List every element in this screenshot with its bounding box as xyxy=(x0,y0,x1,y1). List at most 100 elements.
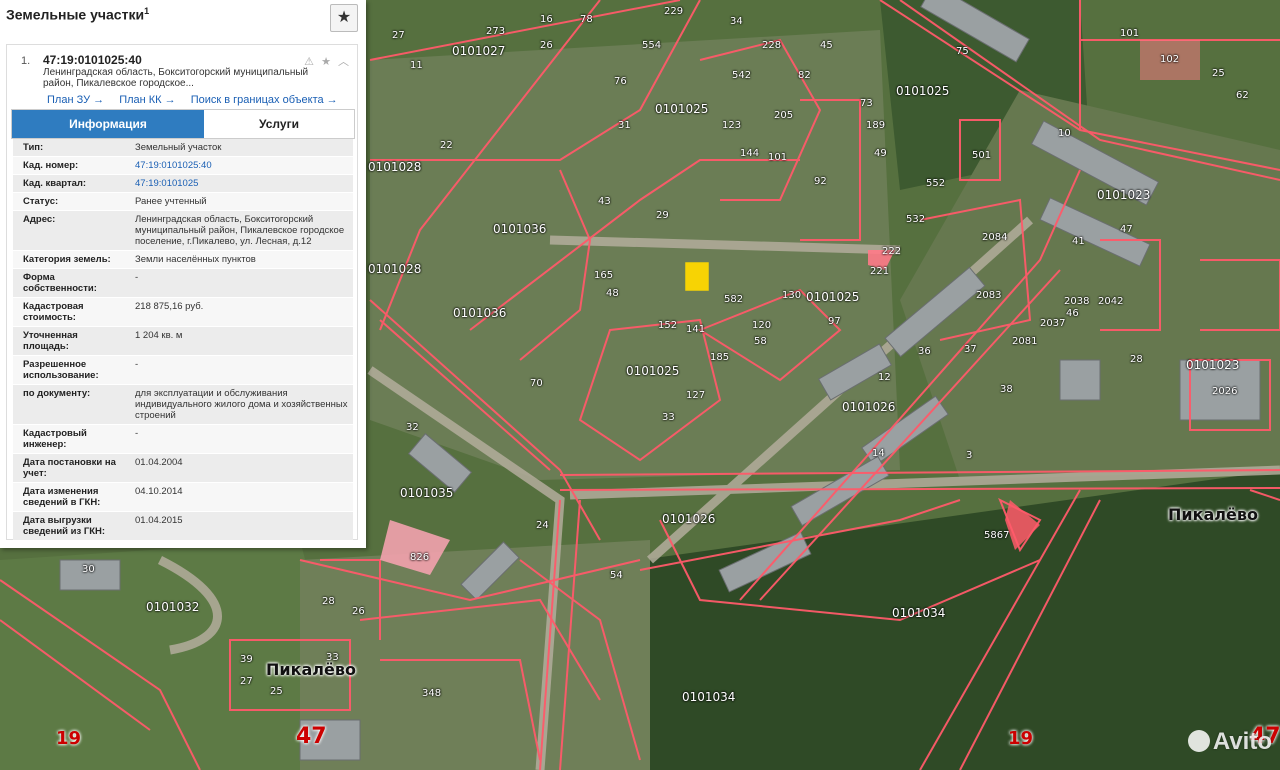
avito-logo-icon xyxy=(1187,730,1210,752)
info-row-value: 01.04.2004 xyxy=(125,453,353,483)
info-row-value: 04.10.2014 xyxy=(125,482,353,512)
info-row-value[interactable]: 47:19:0101025:40 xyxy=(125,156,353,175)
parcel-label: 58 xyxy=(754,336,767,347)
parcel-label: 152 xyxy=(658,320,678,331)
parcel-label: 33 xyxy=(662,412,675,423)
parcel-label: 30 xyxy=(82,564,95,575)
info-row-key: Дата изменения сведений в ГКН: xyxy=(13,482,125,512)
quarter-label: 0101028 xyxy=(368,160,422,174)
parcel-label: 31 xyxy=(618,120,631,131)
quarter-label: 0101023 xyxy=(1186,358,1240,372)
parcel-label: 97 xyxy=(828,316,841,327)
parcel-label: 2081 xyxy=(1012,336,1038,347)
info-row-key: Кадастровый инженер: xyxy=(13,424,125,454)
parcel-label: 32 xyxy=(406,422,419,433)
road-number-label: 19 xyxy=(56,728,82,749)
parcel-label: 78 xyxy=(580,14,593,25)
parcel-label: 14 xyxy=(872,448,885,459)
parcel-label: 229 xyxy=(664,6,684,17)
info-row: Адрес: Ленинградская область, Бокситогорс… xyxy=(13,210,353,251)
info-row: Разрешенное использование: - xyxy=(13,355,353,385)
info-row-key: Форма собственности: xyxy=(13,268,125,298)
parcel-label: 62 xyxy=(1236,90,1249,101)
panel-title-text: Земельные участки xyxy=(6,6,145,23)
tab-info[interactable]: Информация xyxy=(12,110,204,138)
info-row-key: Разрешенное использование: xyxy=(13,355,125,385)
info-row: по документу: для эксплуатации и обслужив… xyxy=(13,384,353,425)
info-row: Кад. квартал: 47:19:0101025 xyxy=(13,174,353,193)
info-row-value: - xyxy=(125,424,353,454)
parcel-label: 228 xyxy=(762,40,782,51)
parcel-label: 542 xyxy=(732,70,752,81)
info-panel: Земельные участки1 ★ 1. 47:19:0101025:40… xyxy=(0,0,366,548)
panel-title-count: 1 xyxy=(144,6,150,16)
parcel-label: 101 xyxy=(768,152,788,163)
info-row-value: 01.04.2015 xyxy=(125,511,353,541)
info-row-value: 218 875,16 руб. xyxy=(125,297,353,327)
quarter-label: 0101032 xyxy=(146,600,200,614)
parcel-label: 205 xyxy=(774,110,794,121)
info-row-value: Земли населённых пунктов xyxy=(125,250,353,269)
quarter-label: 0101025 xyxy=(626,364,680,378)
info-row-key: по документу: xyxy=(13,384,125,425)
quarter-label: 0101027 xyxy=(452,44,506,58)
quarter-label: 0101025 xyxy=(655,102,709,116)
parcel-label: 101 xyxy=(1120,28,1140,39)
parcel-label: 273 xyxy=(486,26,506,37)
tab-services[interactable]: Услуги xyxy=(204,110,354,138)
info-row: Дата выгрузки сведений из ГКН: 01.04.2015 xyxy=(13,511,353,541)
quarter-label: 0101023 xyxy=(1097,188,1151,202)
parcel-label: 221 xyxy=(870,266,890,277)
info-row-key: Адрес: xyxy=(13,210,125,251)
info-row: Форма собственности: - xyxy=(13,268,353,298)
parcel-label: 48 xyxy=(606,288,619,299)
parcel-label: 552 xyxy=(926,178,946,189)
parcel-label: 45 xyxy=(820,40,833,51)
address-short: Ленинградская область, Бокситогорский му… xyxy=(43,67,309,89)
info-row-value[interactable]: 47:19:0101025 xyxy=(125,174,353,193)
info-row-value: 1 204 кв. м xyxy=(125,326,353,356)
parcel-label: 165 xyxy=(594,270,614,281)
info-row-key: Статус: xyxy=(13,192,125,211)
info-row-key: Тип: xyxy=(13,139,125,157)
plan-zu-link[interactable]: План ЗУ → xyxy=(47,94,104,106)
info-row-value: Ранее учтенный xyxy=(125,192,353,211)
plan-kk-link[interactable]: План КК → xyxy=(119,94,175,106)
parcel-label: 26 xyxy=(540,40,553,51)
parcel-label: 28 xyxy=(322,596,335,607)
selected-parcel[interactable] xyxy=(685,262,709,291)
info-row-key: Дата выгрузки сведений из ГКН: xyxy=(13,511,125,541)
quarter-label: 0101026 xyxy=(842,400,896,414)
quarter-label: 0101034 xyxy=(892,606,946,620)
parcel-label: 24 xyxy=(536,520,549,531)
parcel-label: 130 xyxy=(782,290,802,301)
result-index: 1. xyxy=(21,55,31,67)
cadastral-number-title[interactable]: 47:19:0101025:40 xyxy=(43,53,142,67)
parcel-label: 189 xyxy=(866,120,886,131)
quarter-label: 0101036 xyxy=(493,222,547,236)
info-row-value: - xyxy=(125,268,353,298)
parcel-label: 26 xyxy=(352,606,365,617)
road-number-label: 19 xyxy=(1008,728,1034,749)
parcel-label: 2084 xyxy=(982,232,1008,243)
search-in-bounds-link[interactable]: Поиск в границах объекта → xyxy=(191,94,338,106)
info-row-value: Земельный участок xyxy=(125,139,353,157)
parcel-label: 76 xyxy=(614,76,627,87)
parcel-label: 16 xyxy=(540,14,553,25)
parcel-label: 25 xyxy=(270,686,283,697)
parcel-label: 532 xyxy=(906,214,926,225)
info-row-key: Уточненная площадь: xyxy=(13,326,125,356)
info-row: Кад. номер: 47:19:0101025:40 xyxy=(13,156,353,175)
info-row-key: Кад. квартал: xyxy=(13,174,125,193)
city-label: Пикалёво xyxy=(266,660,356,679)
parcel-label: 501 xyxy=(972,150,992,161)
info-row-key: Кадастровая стоимость: xyxy=(13,297,125,327)
info-row-key: Категория земель: xyxy=(13,250,125,269)
panel-title: Земельные участки1 xyxy=(6,6,149,23)
parcel-label: 47 xyxy=(1120,224,1133,235)
parcel-label: 75 xyxy=(956,46,969,57)
info-row: Тип: Земельный участок xyxy=(13,139,353,157)
parcel-label: 2042 xyxy=(1098,296,1124,307)
parcel-label: 185 xyxy=(710,352,730,363)
favorite-star-button[interactable]: ★ xyxy=(330,4,358,32)
